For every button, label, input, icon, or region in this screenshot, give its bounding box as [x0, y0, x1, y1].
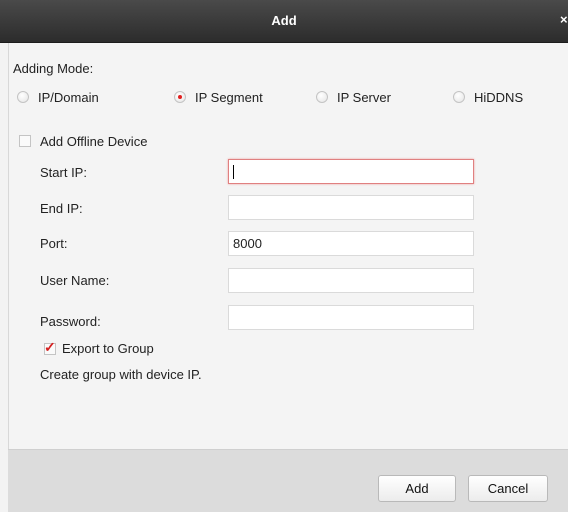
password-input[interactable] — [228, 305, 474, 330]
export-to-group-label[interactable]: Export to Group — [62, 341, 154, 356]
dialog-title: Add — [271, 13, 297, 28]
export-to-group-checkbox[interactable]: ✓ — [44, 339, 56, 355]
text-caret — [233, 165, 234, 179]
radio-ip-domain[interactable] — [17, 91, 29, 103]
title-bar: Add × — [0, 0, 568, 43]
user-name-label: User Name: — [40, 273, 110, 288]
adding-mode-label: Adding Mode: — [13, 61, 94, 76]
radio-ip-segment[interactable] — [174, 91, 186, 103]
checkmark-icon: ✓ — [44, 339, 56, 355]
radio-hiddns-label[interactable]: HiDDNS — [474, 90, 523, 105]
add-offline-label[interactable]: Add Offline Device — [40, 134, 147, 149]
close-icon[interactable]: × — [560, 12, 568, 27]
radio-ip-server[interactable] — [316, 91, 328, 103]
radio-hiddns[interactable] — [453, 91, 465, 103]
port-input[interactable]: 8000 — [228, 231, 474, 256]
port-label: Port: — [40, 236, 68, 251]
radio-ip-segment-label[interactable]: IP Segment — [195, 90, 263, 105]
start-ip-input[interactable] — [228, 159, 474, 184]
start-ip-label: Start IP: — [40, 165, 87, 180]
user-name-input[interactable] — [228, 268, 474, 293]
radio-ip-server-label[interactable]: IP Server — [337, 90, 391, 105]
export-note: Create group with device IP. — [40, 367, 202, 382]
dialog-body: Adding Mode: IP/Domain IP Segment IP Ser… — [8, 43, 568, 449]
end-ip-label: End IP: — [40, 201, 83, 216]
password-label: Password: — [40, 314, 101, 329]
dialog-footer: Add Cancel — [8, 449, 568, 512]
radio-ip-domain-label[interactable]: IP/Domain — [38, 90, 99, 105]
add-offline-checkbox[interactable] — [19, 135, 31, 147]
end-ip-input[interactable] — [228, 195, 474, 220]
add-button[interactable]: Add — [378, 475, 456, 502]
cancel-button[interactable]: Cancel — [468, 475, 548, 502]
